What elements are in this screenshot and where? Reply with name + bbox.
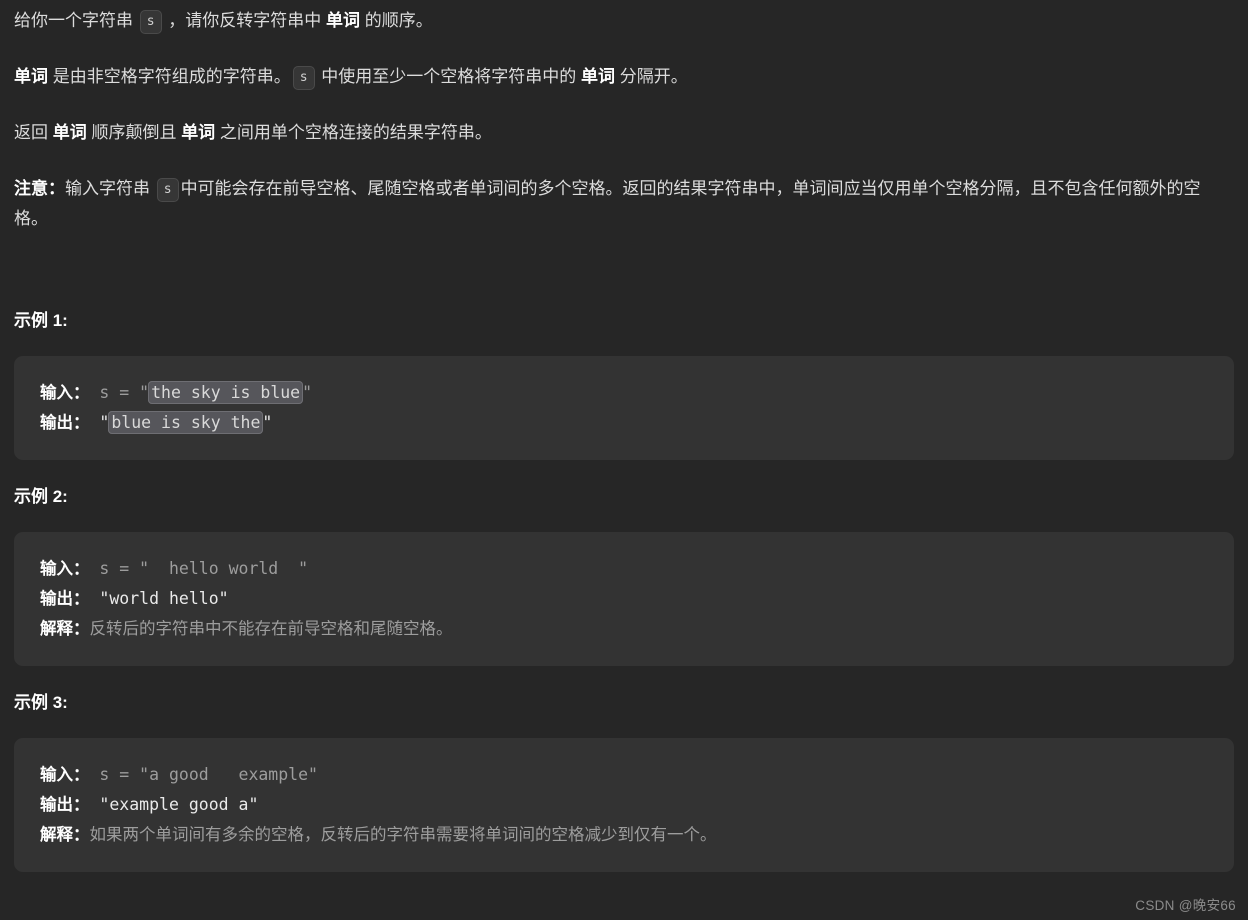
problem-paragraph-1: 给你一个字符串 s ，请你反转字符串中 单词 的顺序。 bbox=[14, 0, 1234, 36]
input-label: 输入： bbox=[40, 560, 90, 578]
example-3-input-line: 输入： s = "a good example" bbox=[40, 760, 1210, 790]
paragraph-2-text-3: 分隔开。 bbox=[615, 67, 688, 86]
explanation-label: 解释： bbox=[40, 826, 90, 844]
paragraph-2-text-2: 中使用至少一个空格将字符串中的 bbox=[316, 67, 582, 86]
output-value: "example good a" bbox=[89, 795, 259, 814]
paragraph-3-text-3: 之间用单个空格连接的结果字符串。 bbox=[215, 123, 492, 142]
example-3-explanation-line: 解释：如果两个单词间有多余的空格，反转后的字符串需要将单词间的空格减少到仅有一个… bbox=[40, 820, 1210, 850]
example-2-code-block: 输入： s = " hello world " 输出： "world hello… bbox=[14, 532, 1234, 666]
output-prefix: " bbox=[89, 413, 110, 432]
input-value: s = "a good example" bbox=[89, 765, 318, 784]
problem-note-paragraph: 注意：输入字符串 s 中可能会存在前导空格、尾随空格或者单词间的多个空格。返回的结… bbox=[14, 148, 1234, 234]
output-label: 输出： bbox=[40, 796, 90, 814]
paragraph-3-bold-2: 单词 bbox=[181, 123, 216, 142]
example-3-output-line: 输出： "example good a" bbox=[40, 790, 1210, 820]
paragraph-3-text-1: 返回 bbox=[14, 123, 53, 142]
input-prefix: s = " bbox=[89, 383, 150, 402]
input-label: 输入： bbox=[40, 384, 90, 402]
paragraph-3-text-2: 顺序颠倒且 bbox=[86, 123, 182, 142]
explanation-value: 如果两个单词间有多余的空格，反转后的字符串需要将单词间的空格减少到仅有一个。 bbox=[89, 826, 717, 844]
problem-statement-page: 给你一个字符串 s ，请你反转字符串中 单词 的顺序。 单词 是由非空格字符组成… bbox=[0, 0, 1248, 920]
input-value: s = " hello world " bbox=[89, 559, 309, 578]
output-highlighted-value: blue is sky the bbox=[108, 411, 264, 434]
example-2-output-line: 输出： "world hello" bbox=[40, 584, 1210, 614]
paragraph-1-text-3: 的顺序。 bbox=[360, 11, 433, 30]
watermark: CSDN @晚安66 bbox=[1135, 898, 1236, 913]
paragraph-1-text-2: ，请你反转字符串中 bbox=[163, 11, 327, 30]
problem-paragraph-2: 单词 是由非空格字符组成的字符串。 s 中使用至少一个空格将字符串中的 单词 分隔… bbox=[14, 36, 1234, 92]
paragraph-2-bold-2: 单词 bbox=[581, 67, 616, 86]
inline-code-s-icon: s bbox=[292, 66, 315, 90]
input-highlighted-value: the sky is blue bbox=[148, 381, 304, 404]
paragraph-1-bold-1: 单词 bbox=[326, 11, 361, 30]
example-1-code-block: 输入： s = " the sky is blue " 输出： " blue is s… bbox=[14, 356, 1234, 460]
input-suffix: " bbox=[302, 383, 313, 402]
note-label: 注意： bbox=[14, 179, 65, 198]
example-3-code-block: 输入： s = "a good example" 输出： "example go… bbox=[14, 738, 1234, 872]
explanation-value: 反转后的字符串中不能存在前导空格和尾随空格。 bbox=[89, 620, 453, 638]
explanation-label: 解释： bbox=[40, 620, 90, 638]
input-label: 输入： bbox=[40, 766, 90, 784]
example-2-input-line: 输入： s = " hello world " bbox=[40, 554, 1210, 584]
note-text-2: 中可能会存在前导空格、尾随空格或者单词间的多个空格。返回的结果字符串中，单词间应… bbox=[14, 179, 1201, 228]
example-1-heading: 示例 1: bbox=[14, 311, 68, 330]
inline-code-s-icon: s bbox=[139, 10, 162, 34]
inline-code-s-icon: s bbox=[156, 178, 179, 202]
output-suffix: " bbox=[262, 413, 273, 432]
problem-paragraph-3: 返回 单词 顺序颠倒且 单词 之间用单个空格连接的结果字符串。 bbox=[14, 92, 1234, 148]
example-1-input-line: 输入： s = " the sky is blue " bbox=[40, 378, 1210, 408]
example-1-output-line: 输出： " blue is sky the " bbox=[40, 408, 1210, 438]
example-2-heading: 示例 2: bbox=[14, 487, 68, 506]
paragraph-2-text-1: 是由非空格字符组成的字符串。 bbox=[48, 67, 291, 86]
paragraph-2-bold-1: 单词 bbox=[14, 67, 48, 86]
paragraph-3-bold-1: 单词 bbox=[52, 123, 87, 142]
output-label: 输出： bbox=[40, 414, 90, 432]
output-value: "world hello" bbox=[89, 589, 229, 608]
note-text-1: 输入字符串 bbox=[65, 179, 155, 198]
example-3-heading: 示例 3: bbox=[14, 693, 68, 712]
example-2-explanation-line: 解释：反转后的字符串中不能存在前导空格和尾随空格。 bbox=[40, 614, 1210, 644]
paragraph-1-text-1: 给你一个字符串 bbox=[14, 11, 138, 30]
output-label: 输出： bbox=[40, 590, 90, 608]
